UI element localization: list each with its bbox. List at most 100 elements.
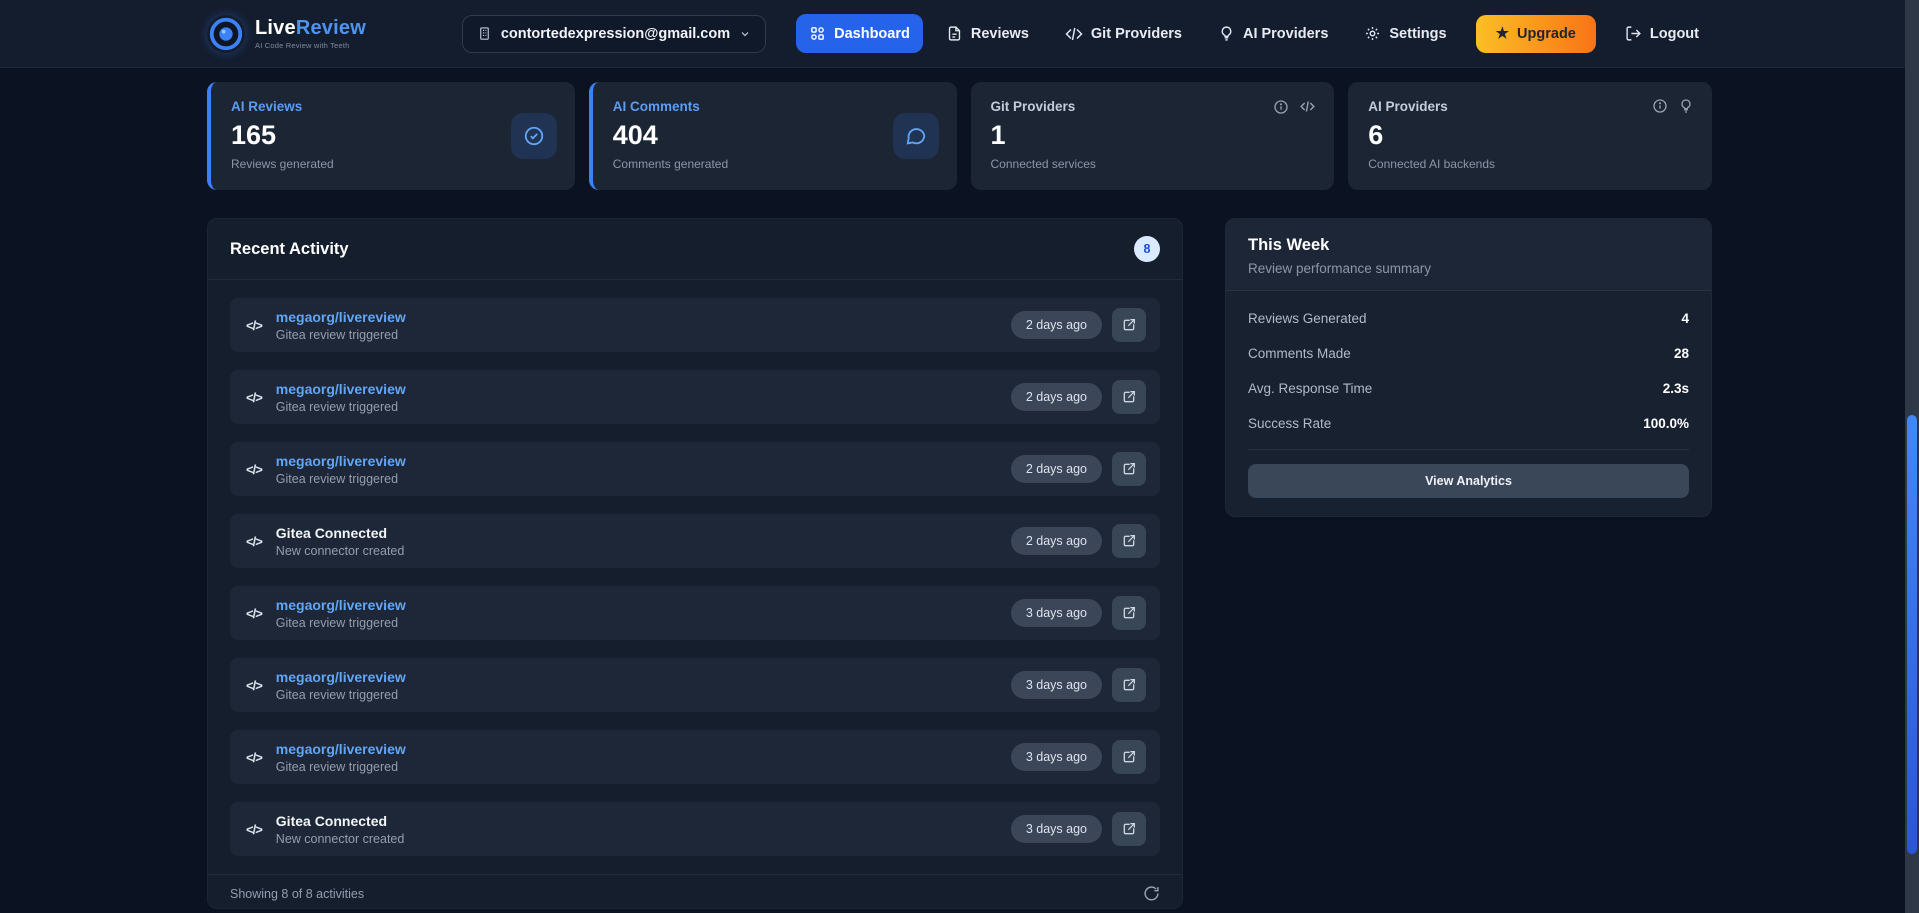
external-link-button[interactable] bbox=[1112, 380, 1146, 414]
external-link-icon bbox=[1121, 389, 1137, 405]
week-stat-value: 28 bbox=[1674, 346, 1689, 361]
activity-repo-link[interactable]: megaorg/livereview bbox=[276, 741, 1011, 757]
activity-repo-link[interactable]: megaorg/livereview bbox=[276, 597, 1011, 613]
view-analytics-button[interactable]: View Analytics bbox=[1248, 464, 1689, 498]
activity-footer: Showing 8 of 8 activities bbox=[208, 874, 1182, 909]
external-link-button[interactable] bbox=[1112, 452, 1146, 486]
check-circle-icon bbox=[511, 113, 557, 159]
this-week-subtitle: Review performance summary bbox=[1248, 261, 1689, 276]
time-badge: 3 days ago bbox=[1011, 599, 1102, 627]
time-badge: 3 days ago bbox=[1011, 743, 1102, 771]
recent-activity-panel: Recent Activity 8 </> megaorg/livereview… bbox=[207, 218, 1183, 909]
code-icon: </> bbox=[246, 534, 262, 549]
activity-event-title: Gitea Connected bbox=[276, 525, 1011, 541]
nav-git-providers[interactable]: Git Providers bbox=[1052, 14, 1195, 54]
time-badge: 3 days ago bbox=[1011, 671, 1102, 699]
nav-settings[interactable]: Settings bbox=[1351, 14, 1459, 53]
stat-card-ai-providers: AI Providers 6 Connected AI backends bbox=[1348, 82, 1712, 190]
week-stat-value: 2.3s bbox=[1663, 381, 1689, 396]
activity-subtitle: Gitea review triggered bbox=[276, 328, 1011, 342]
upgrade-button[interactable]: ★ Upgrade bbox=[1476, 15, 1596, 53]
activity-row: </> megaorg/livereview Gitea review trig… bbox=[230, 730, 1160, 784]
activity-repo-link[interactable]: megaorg/livereview bbox=[276, 453, 1011, 469]
scrollbar-thumb[interactable] bbox=[1907, 415, 1917, 853]
stat-title: Git Providers bbox=[991, 99, 1315, 114]
info-icon[interactable] bbox=[1273, 99, 1289, 115]
activity-list: </> megaorg/livereview Gitea review trig… bbox=[208, 280, 1182, 874]
week-stat-value: 4 bbox=[1681, 311, 1689, 326]
activity-subtitle: New connector created bbox=[276, 544, 1011, 558]
time-badge: 2 days ago bbox=[1011, 527, 1102, 555]
week-stat-row: Avg. Response Time 2.3s bbox=[1248, 371, 1689, 406]
activity-event-title: Gitea Connected bbox=[276, 813, 1011, 829]
nav-reviews[interactable]: Reviews bbox=[933, 14, 1042, 53]
refresh-icon bbox=[1143, 885, 1160, 902]
refresh-button[interactable] bbox=[1143, 885, 1160, 902]
logout-button[interactable]: Logout bbox=[1612, 14, 1712, 53]
info-icon[interactable] bbox=[1652, 98, 1668, 114]
stat-subtitle: Reviews generated bbox=[231, 157, 555, 171]
external-link-icon bbox=[1121, 677, 1137, 693]
external-link-button[interactable] bbox=[1112, 596, 1146, 630]
nav-dashboard[interactable]: Dashboard bbox=[796, 14, 923, 53]
nav-git-providers-label: Git Providers bbox=[1091, 26, 1182, 42]
nav-ai-providers[interactable]: AI Providers bbox=[1205, 14, 1341, 53]
bulb-icon bbox=[1218, 25, 1235, 42]
activity-subtitle: Gitea review triggered bbox=[276, 688, 1011, 702]
activity-repo-link[interactable]: megaorg/livereview bbox=[276, 309, 1011, 325]
code-icon: </> bbox=[246, 606, 262, 621]
external-link-button[interactable] bbox=[1112, 308, 1146, 342]
top-navbar: LiveReview AI Code Review with Teeth con… bbox=[0, 0, 1919, 68]
stat-value: 404 bbox=[613, 120, 937, 151]
week-stat-row: Reviews Generated 4 bbox=[1248, 301, 1689, 336]
nav-reviews-label: Reviews bbox=[971, 26, 1029, 42]
time-badge: 2 days ago bbox=[1011, 311, 1102, 339]
activity-subtitle: Gitea review triggered bbox=[276, 616, 1011, 630]
stat-value: 1 bbox=[991, 120, 1315, 151]
stat-card-icons bbox=[1273, 98, 1316, 115]
activity-repo-link[interactable]: megaorg/livereview bbox=[276, 669, 1011, 685]
code-icon: </> bbox=[246, 750, 262, 765]
nav-ai-providers-label: AI Providers bbox=[1243, 26, 1328, 42]
recent-activity-header: Recent Activity 8 bbox=[208, 219, 1182, 280]
bulb-icon bbox=[1678, 98, 1694, 114]
activity-footer-text: Showing 8 of 8 activities bbox=[230, 887, 364, 901]
nav-settings-label: Settings bbox=[1389, 26, 1446, 42]
code-icon: </> bbox=[246, 678, 262, 693]
brand: LiveReview AI Code Review with Teeth bbox=[207, 15, 366, 53]
brand-name-primary: Live bbox=[255, 17, 296, 39]
activity-subtitle: Gitea review triggered bbox=[276, 400, 1011, 414]
external-link-button[interactable] bbox=[1112, 668, 1146, 702]
code-icon bbox=[1299, 98, 1316, 115]
recent-activity-title: Recent Activity bbox=[230, 240, 349, 259]
building-icon bbox=[477, 26, 492, 41]
livereview-logo-icon bbox=[207, 15, 245, 53]
stat-card-ai-reviews: AI Reviews 165 Reviews generated bbox=[207, 82, 575, 190]
document-icon bbox=[946, 25, 963, 42]
external-link-button[interactable] bbox=[1112, 524, 1146, 558]
time-badge: 3 days ago bbox=[1011, 815, 1102, 843]
stats-row: AI Reviews 165 Reviews generated AI Comm… bbox=[207, 82, 1712, 190]
activity-subtitle: Gitea review triggered bbox=[276, 760, 1011, 774]
external-link-icon bbox=[1121, 317, 1137, 333]
account-email: contortedexpression@gmail.com bbox=[501, 26, 730, 42]
external-link-button[interactable] bbox=[1112, 812, 1146, 846]
scrollbar-track[interactable] bbox=[1905, 0, 1919, 913]
week-stat-value: 100.0% bbox=[1643, 416, 1689, 431]
divider bbox=[1248, 449, 1689, 450]
stat-subtitle: Comments generated bbox=[613, 157, 937, 171]
activity-row: </> megaorg/livereview Gitea review trig… bbox=[230, 442, 1160, 496]
stat-title: AI Reviews bbox=[231, 99, 555, 114]
stat-subtitle: Connected AI backends bbox=[1368, 157, 1692, 171]
activity-subtitle: Gitea review triggered bbox=[276, 472, 1011, 486]
activity-repo-link[interactable]: megaorg/livereview bbox=[276, 381, 1011, 397]
code-icon: </> bbox=[246, 318, 262, 333]
code-icon: </> bbox=[246, 390, 262, 405]
activity-row: </> Gitea Connected New connector create… bbox=[230, 514, 1160, 568]
stat-value: 6 bbox=[1368, 120, 1692, 151]
activity-row: </> Gitea Connected New connector create… bbox=[230, 802, 1160, 856]
account-selector[interactable]: contortedexpression@gmail.com bbox=[462, 15, 766, 53]
stat-card-ai-comments: AI Comments 404 Comments generated bbox=[589, 82, 957, 190]
chevron-down-icon bbox=[739, 28, 751, 40]
external-link-button[interactable] bbox=[1112, 740, 1146, 774]
